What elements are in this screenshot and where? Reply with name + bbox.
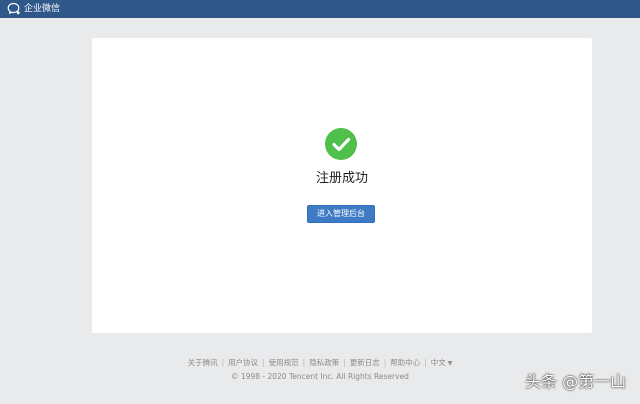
language-select[interactable]: 中文 ▼ (431, 358, 453, 367)
language-label: 中文 (430, 358, 446, 367)
footer-link-help[interactable]: 帮助中心 (390, 358, 420, 367)
footer-link-about[interactable]: 关于腾讯 (188, 358, 218, 367)
footer-link-changelog[interactable]: 更新日志 (350, 358, 380, 367)
footer-divider: | (221, 358, 225, 367)
footer-divider: | (302, 358, 306, 367)
caret-down-icon: ▼ (447, 360, 453, 367)
enter-admin-button[interactable]: 进入管理后台 (307, 205, 375, 223)
footer-divider: | (424, 358, 427, 367)
top-bar: 企业微信 (0, 0, 640, 18)
brand-logo[interactable]: 企业微信 (7, 2, 60, 16)
wecom-chat-bubble-icon (7, 2, 20, 15)
success-check-icon (325, 128, 357, 160)
footer-links: 关于腾讯 | 用户协议 | 使用规范 | 隐私政策 | 更新日志 | 帮助中心 | 中文 ▼ (0, 357, 640, 369)
footer-link-usage-rules[interactable]: 使用规范 (269, 358, 299, 367)
page-title: 注册成功 (315, 171, 368, 186)
success-card: 注册成功 进入管理后台 (92, 38, 592, 333)
footer-link-user-agreement[interactable]: 用户协议 (228, 358, 258, 367)
watermark: 头条 @第一山 (525, 372, 627, 391)
footer-divider: | (262, 358, 265, 367)
footer-divider: | (343, 358, 346, 367)
footer-divider: | (383, 358, 387, 367)
footer-link-privacy[interactable]: 隐私政策 (309, 358, 339, 367)
brand-name: 企业微信 (24, 4, 61, 14)
